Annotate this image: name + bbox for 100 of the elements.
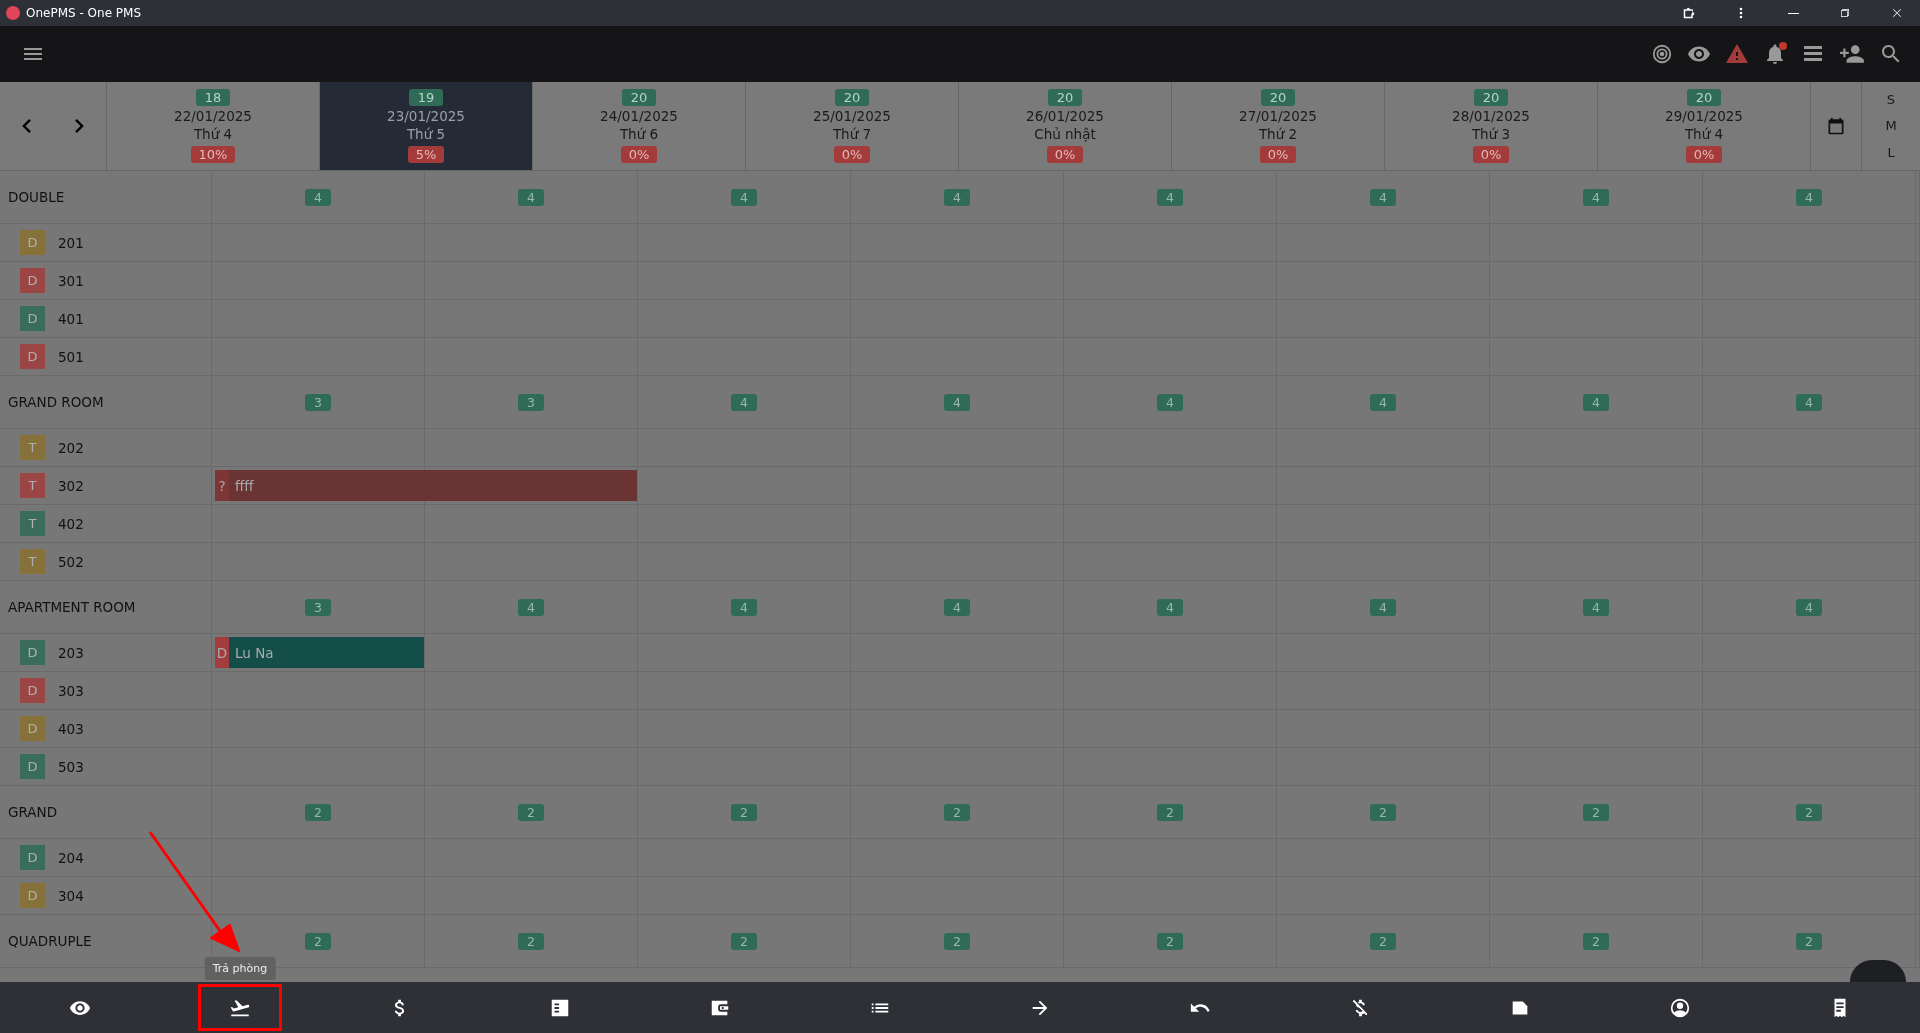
tooltip: Trả phòng (204, 957, 276, 980)
booking-bar[interactable]: D Lu Na (215, 637, 424, 668)
room-number: 401 (58, 310, 84, 327)
availability-count: 2 (1157, 932, 1183, 950)
booking-status-marker: D (215, 637, 229, 668)
weekday-label: Thứ 7 (832, 126, 872, 142)
availability-count: 4 (1796, 393, 1822, 411)
availability-count: 2 (1157, 803, 1183, 821)
weekday-label: Thứ 4 (193, 126, 233, 142)
occupancy-badge: 0% (833, 146, 871, 163)
date-column-header[interactable]: 20 28/01/2025 Thứ 3 0% (1385, 82, 1598, 170)
availability-count: 2 (944, 932, 970, 950)
weekday-label: Thứ 2 (1258, 126, 1298, 142)
availability-count: 4 (518, 598, 544, 616)
availability-count: 3 (305, 393, 331, 411)
app-logo-icon (6, 6, 20, 20)
warning-icon (1725, 42, 1749, 66)
availability-count: 4 (731, 598, 757, 616)
chevron-right-icon (75, 119, 84, 133)
availability-count: 4 (1370, 393, 1396, 411)
availability-count: 4 (1157, 188, 1183, 206)
availability-count: 2 (518, 803, 544, 821)
availability-count: 4 (305, 188, 331, 206)
date-column-header[interactable]: 20 24/01/2025 Thứ 6 0% (533, 82, 746, 170)
date-label: 25/01/2025 (813, 108, 891, 124)
availability-count: 2 (305, 803, 331, 821)
guest-name: ffff (235, 477, 254, 494)
sync-button[interactable] (1651, 43, 1673, 65)
available-count: 20 (1047, 89, 1083, 106)
warning-button[interactable] (1725, 42, 1749, 66)
room-number: 403 (58, 720, 84, 737)
weekday-label: Thứ 4 (1684, 126, 1724, 142)
room-type-label: DOUBLE (8, 189, 65, 205)
availability-count: 4 (1157, 393, 1183, 411)
availability-count: 4 (1157, 598, 1183, 616)
room-number: 304 (58, 887, 84, 904)
room-status-badge: D (20, 344, 45, 369)
guest-name: Lu Na (235, 644, 274, 661)
availability-count: 2 (1370, 803, 1396, 821)
floating-action-button[interactable] (1850, 960, 1906, 982)
availability-count: 2 (1583, 932, 1609, 950)
date-label: 26/01/2025 (1026, 108, 1104, 124)
availability-count: 2 (1370, 932, 1396, 950)
room-type-label: GRAND (8, 804, 58, 820)
date-label: 27/01/2025 (1239, 108, 1317, 124)
view-size-button[interactable]: S (1878, 91, 1904, 107)
room-status-badge: D (20, 845, 45, 870)
date-column-header[interactable]: 20 26/01/2025 Chủ nhật 0% (959, 82, 1172, 170)
weekday-label: Thứ 6 (619, 126, 659, 142)
room-status-badge: D (20, 754, 45, 779)
window-title: OnePMS - One PMS (26, 6, 143, 20)
occupancy-badge: 0% (620, 146, 658, 163)
booking-status-marker: ? (215, 470, 229, 501)
room-number: 501 (58, 348, 84, 365)
available-count: 18 (195, 89, 231, 106)
view-size-button[interactable]: M (1877, 118, 1905, 134)
date-column-header[interactable]: 18 22/01/2025 Thứ 4 10% (107, 82, 320, 170)
room-number: 302 (58, 477, 84, 494)
availability-count: 3 (305, 598, 331, 616)
occupancy-badge: 0% (1685, 146, 1723, 163)
occupancy-badge: 0% (1046, 146, 1084, 163)
availability-count: 3 (518, 393, 544, 411)
available-count: 20 (1260, 89, 1296, 106)
calendar-icon (1826, 116, 1846, 136)
calendar-button[interactable] (1826, 116, 1846, 136)
chevron-left-icon (22, 119, 31, 133)
occupancy-badge: 0% (1259, 146, 1297, 163)
target-icon (1651, 43, 1673, 65)
date-column-header[interactable]: 20 29/01/2025 Thứ 4 0% (1598, 82, 1811, 170)
availability-count: 4 (944, 393, 970, 411)
previous-button[interactable] (22, 119, 31, 133)
booking-bar[interactable]: ? ffff (215, 470, 637, 501)
availability-count: 4 (1370, 598, 1396, 616)
room-status-badge: T (20, 473, 45, 498)
availability-count: 2 (1583, 803, 1609, 821)
availability-count: 2 (1796, 803, 1822, 821)
date-label: 23/01/2025 (387, 108, 465, 124)
availability-count: 4 (1370, 188, 1396, 206)
view-size-button[interactable]: L (1879, 145, 1903, 161)
date-label: 28/01/2025 (1452, 108, 1530, 124)
next-button[interactable] (75, 119, 84, 133)
available-count: 20 (1686, 89, 1722, 106)
date-column-header[interactable]: 19 23/01/2025 Thứ 5 5% (320, 82, 533, 170)
notification-dot (1779, 42, 1787, 50)
weekday-label: Chủ nhật (1034, 126, 1096, 142)
date-column-header[interactable]: 20 27/01/2025 Thứ 2 0% (1172, 82, 1385, 170)
availability-count: 2 (1796, 932, 1822, 950)
room-status-badge: T (20, 511, 45, 536)
room-status-badge: T (20, 435, 45, 460)
available-count: 20 (621, 89, 657, 106)
availability-count: 4 (731, 393, 757, 411)
room-status-badge: D (20, 268, 45, 293)
room-number: 303 (58, 682, 84, 699)
availability-count: 2 (305, 932, 331, 950)
occupancy-badge: 0% (1472, 146, 1510, 163)
room-number: 202 (58, 439, 84, 456)
available-count: 19 (408, 89, 444, 106)
available-count: 20 (1473, 89, 1509, 106)
toolbar-button[interactable] (198, 984, 282, 1031)
date-column-header[interactable]: 20 25/01/2025 Thứ 7 0% (746, 82, 959, 170)
